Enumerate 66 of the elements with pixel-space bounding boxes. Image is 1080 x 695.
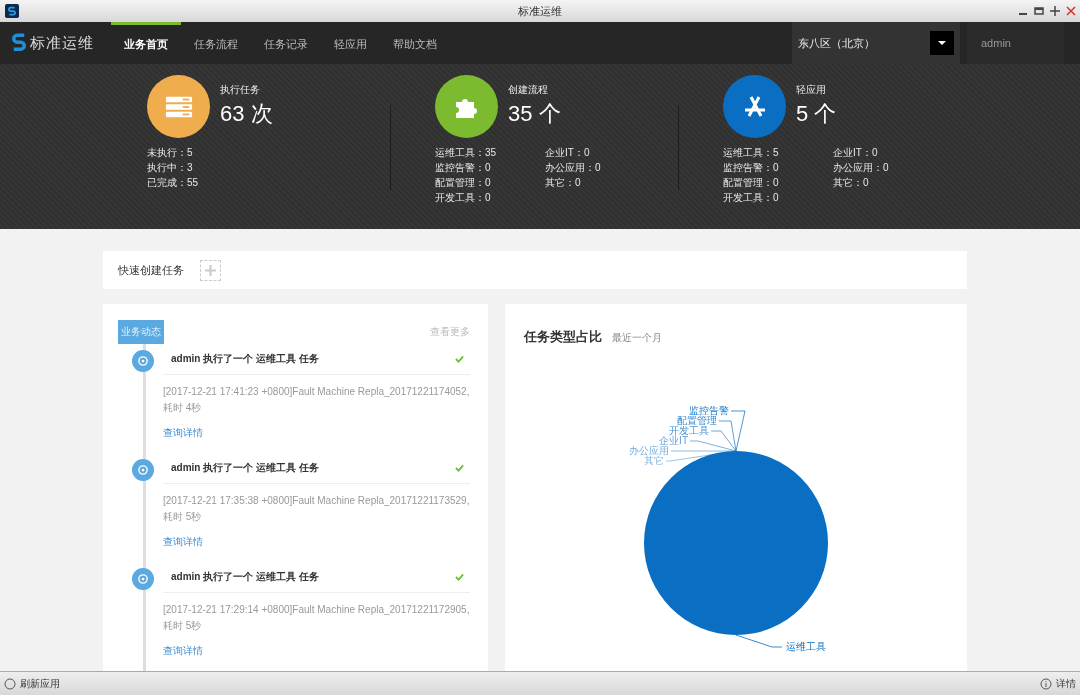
maximize-icon[interactable] [1034,6,1044,16]
stat-detail: 其它：0 [833,176,870,190]
stat-detail: 开发工具：0 [435,191,492,205]
stat-detail: 配置管理：0 [435,176,492,190]
plus-icon [205,264,216,276]
stat-count: 35 个 [508,100,561,128]
chart-label: 开发工具 [669,425,709,436]
stat-detail: 运维工具：5 [723,146,780,160]
activity-tag: 业务动态 [118,320,164,344]
stat-count: 5 个 [796,100,837,128]
timeline-dot-icon [132,350,154,372]
stat-detail: 已完成：55 [147,176,200,190]
stat-detail: 执行中：3 [147,161,194,175]
stat-detail: 办公应用：0 [545,161,602,175]
stat-title: 执行任务 [220,83,261,97]
stat-detail: 未执行：5 [147,146,194,160]
chart-label: 办公应用 [629,445,669,456]
stat-detail: 企业IT：0 [833,146,879,160]
chart-subtitle: 最近一个月 [612,331,662,345]
quick-create-label: 快速创建任务 [118,262,184,278]
activity-title: admin 执行了一个 运维工具 任务 [171,461,319,475]
nav-tab[interactable]: 任务流程 [181,22,251,64]
chart-title: 任务类型占比 [524,328,602,346]
window-title: 标准运维 [517,3,563,19]
stat-detail: 办公应用：0 [833,161,890,175]
activity-detail: [2017-12-21 17:29:14 +0800]Fault Machine Repla_20171221172905, 耗时 5秒 [163,603,470,633]
chart-label: 监控告警 [689,405,729,416]
stat-detail: 配置管理：0 [723,176,780,190]
activity-title: admin 执行了一个 运维工具 任务 [171,570,319,584]
leader-line [735,634,783,648]
details-link[interactable]: 查询详情 [163,644,470,658]
stat-title: 轻应用 [796,83,827,97]
activity-detail: [2017-12-21 17:41:23 +0800]Fault Machine Repla_20171221174052, 耗时 4秒 [163,385,470,415]
stat-detail: 监控告警：0 [723,161,780,175]
stat-detail: 开发工具：0 [723,191,780,205]
nav-tab[interactable]: 帮助文档 [380,22,450,64]
caret-icon [930,31,954,55]
timeline-dot-icon [132,459,154,481]
plus-icon[interactable] [1050,6,1060,16]
stat-count: 63 次 [220,100,273,128]
stat-detail: 运维工具：35 [435,146,498,160]
details-link[interactable]: 查询详情 [163,426,470,440]
chart-label: 运维工具 [786,641,826,652]
details-link[interactable]: 查询详情 [163,535,470,549]
user-name[interactable]: admin [967,22,1064,64]
refresh-label[interactable]: 刷新应用 [20,676,60,691]
chart-label: 企业IT [659,435,688,446]
region-select[interactable]: 东八区（北京） [792,22,960,64]
chart-label: 配置管理 [677,415,717,426]
timeline-dot-icon [132,568,154,590]
app-logo-text: 标准运维 [30,33,94,53]
refresh-icon [4,677,16,690]
activity-title: admin 执行了一个 运维工具 任务 [171,352,319,366]
nav-tab[interactable]: 任务记录 [251,22,321,64]
activity-detail: [2017-12-21 17:35:38 +0800]Fault Machine Repla_20171221173529, 耗时 5秒 [163,494,470,524]
stat-title: 创建流程 [508,83,549,97]
nav-tab[interactable]: 轻应用 [321,22,380,64]
logo-icon [12,32,26,54]
info-icon [1040,677,1052,690]
stat-detail: 监控告警：0 [435,161,492,175]
close-icon[interactable] [1066,6,1076,16]
stat-detail: 企业IT：0 [545,146,591,160]
details-label[interactable]: 详情 [1056,676,1076,691]
stat-detail: 其它：0 [545,176,582,190]
app-icon [5,4,19,18]
chart-label: 其它 [644,455,664,466]
